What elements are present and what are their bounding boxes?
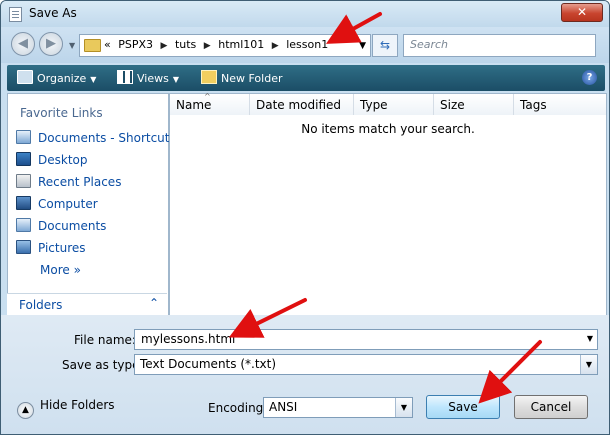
organize-button[interactable]: Organize ▼	[17, 70, 96, 85]
save-form: File name: mylessons.html ▼ Save as type…	[1, 315, 609, 434]
save-type-label: Save as type:	[62, 358, 144, 372]
file-list: Name ^ Date modified Type Size Tags No i…	[169, 92, 607, 316]
recent-pages-dropdown-icon[interactable]: ▼	[69, 41, 75, 50]
breadcrumb-item[interactable]: html101	[218, 38, 264, 51]
views-label: Views	[137, 72, 169, 85]
organize-label: Organize	[37, 72, 87, 85]
favorite-links-header: Favorite Links	[20, 106, 103, 120]
file-name-value: mylessons.html	[141, 332, 236, 346]
recent-places-icon	[16, 174, 31, 188]
column-header-name[interactable]: Name ^	[170, 92, 250, 115]
chevron-down-icon[interactable]: ▼	[580, 355, 597, 374]
file-name-label: File name:	[74, 333, 136, 347]
search-placeholder: Search	[410, 38, 449, 51]
close-button[interactable]: ✕	[561, 3, 603, 22]
folders-label: Folders	[19, 298, 63, 312]
empty-message: No items match your search.	[301, 122, 475, 136]
views-button[interactable]: Views ▼	[117, 70, 179, 85]
chevron-up-icon: ▲	[17, 402, 34, 419]
sidebar-item-label: Computer	[38, 197, 98, 211]
sidebar-item-desktop[interactable]: Desktop	[16, 152, 88, 167]
documents-shortcut-icon	[16, 130, 31, 144]
sidebar-item-documents-shortcut[interactable]: Documents - Shortcut	[16, 130, 170, 145]
save-type-value: Text Documents (*.txt)	[140, 357, 277, 371]
window-title: Save As	[29, 6, 77, 20]
address-dropdown-icon[interactable]: ▼	[359, 41, 366, 51]
sidebar-item-label: Pictures	[38, 241, 86, 255]
sidebar-item-documents[interactable]: Documents	[16, 218, 106, 233]
help-icon[interactable]: ?	[582, 70, 597, 85]
notepad-icon	[9, 7, 22, 22]
sort-ascending-icon: ^	[204, 92, 211, 101]
sidebar-item-label: Recent Places	[38, 175, 122, 189]
chevron-down-icon[interactable]: ▼	[587, 334, 593, 343]
breadcrumb-item[interactable]: lesson1	[286, 38, 328, 51]
forward-button[interactable]: ▶	[39, 32, 63, 56]
computer-icon	[16, 196, 31, 210]
more-label: More	[40, 263, 70, 277]
sidebar-item-computer[interactable]: Computer	[16, 196, 98, 211]
column-header-size[interactable]: Size	[434, 94, 514, 115]
sidebar-item-pictures[interactable]: Pictures	[16, 240, 86, 255]
column-header-label: Type	[360, 98, 388, 112]
breadcrumb-item[interactable]: PSPX3	[118, 38, 153, 51]
breadcrumb-separator-icon[interactable]: ▶	[161, 41, 168, 51]
folder-icon	[84, 39, 101, 52]
title-bar[interactable]: Save As ✕	[1, 1, 609, 27]
sidebar-item-label: Documents - Shortcut	[38, 131, 170, 145]
encoding-select[interactable]: ANSI ▼	[263, 397, 413, 418]
hide-folders-button[interactable]: ▲ Hide Folders	[17, 398, 115, 419]
sidebar-item-label: Desktop	[38, 153, 88, 167]
navigation-pane: Favorite Links Documents - Shortcut Desk…	[7, 93, 170, 316]
address-row: ◀ ▶ ▼ « PSPX3 ▶ tuts ▶ html101 ▶ lesson1…	[1, 27, 609, 63]
organize-icon	[17, 70, 33, 84]
address-bar[interactable]: « PSPX3 ▶ tuts ▶ html101 ▶ lesson1 ▼	[79, 34, 371, 57]
encoding-value: ANSI	[269, 400, 298, 414]
hide-folders-label: Hide Folders	[40, 398, 115, 412]
folders-toggle[interactable]: Folders ⌃	[7, 293, 167, 316]
save-button[interactable]: Save	[426, 395, 500, 419]
back-button[interactable]: ◀	[11, 32, 35, 56]
column-header-label: Size	[440, 98, 465, 112]
column-header-type[interactable]: Type	[354, 94, 434, 115]
new-folder-label: New Folder	[221, 72, 283, 85]
encoding-label: Encoding:	[208, 401, 268, 415]
column-header-date-modified[interactable]: Date modified	[250, 94, 354, 115]
new-folder-icon	[201, 70, 217, 84]
desktop-icon	[16, 152, 31, 166]
sidebar-item-recent-places[interactable]: Recent Places	[16, 174, 121, 189]
refresh-icon[interactable]: ⇆	[372, 34, 398, 57]
search-input[interactable]: Search	[403, 34, 596, 57]
chevron-down-icon[interactable]: ▼	[395, 398, 412, 417]
chevron-down-icon: ▼	[172, 75, 179, 84]
column-header-label: Date modified	[256, 98, 342, 112]
new-folder-button[interactable]: New Folder	[201, 70, 282, 85]
documents-icon	[16, 218, 31, 232]
chevron-down-icon: ▼	[90, 75, 97, 84]
cancel-button[interactable]: Cancel	[514, 395, 588, 419]
column-header-label: Tags	[520, 98, 547, 112]
pictures-icon	[16, 240, 31, 254]
save-as-dialog: Save As ✕ ◀ ▶ ▼ « PSPX3 ▶ tuts ▶ html101…	[0, 0, 610, 435]
command-toolbar: Organize ▼ Views ▼ New Folder ?	[7, 65, 605, 91]
double-chevron-right-icon: »	[73, 263, 81, 277]
chevron-up-icon: ⌃	[148, 296, 159, 310]
file-name-input[interactable]: mylessons.html ▼	[134, 329, 598, 350]
breadcrumb-overflow[interactable]: «	[104, 38, 111, 51]
breadcrumb: « PSPX3 ▶ tuts ▶ html101 ▶ lesson1	[104, 38, 332, 51]
more-links-button[interactable]: More »	[40, 263, 81, 277]
views-icon	[117, 70, 133, 84]
breadcrumb-item[interactable]: tuts	[175, 38, 196, 51]
sidebar-item-label: Documents	[38, 219, 107, 233]
breadcrumb-separator-icon[interactable]: ▶	[204, 41, 211, 51]
breadcrumb-separator-icon[interactable]: ▶	[272, 41, 279, 51]
save-type-select[interactable]: Text Documents (*.txt) ▼	[134, 354, 598, 375]
column-header-tags[interactable]: Tags	[514, 94, 606, 115]
